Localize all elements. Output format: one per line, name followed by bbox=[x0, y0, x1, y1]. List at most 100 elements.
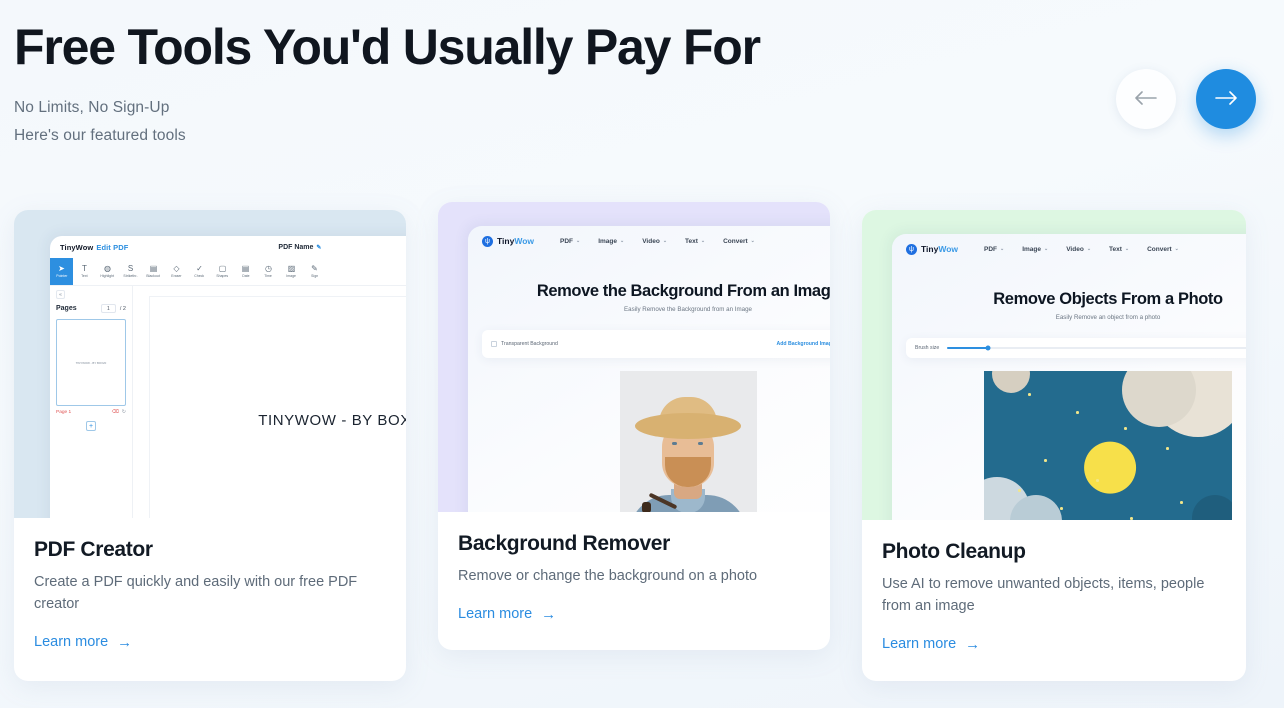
pdf-tool-highlight[interactable]: ◍ Highlight bbox=[96, 258, 119, 285]
page-thumbnail[interactable]: TINYWOW - BY BOX20 bbox=[56, 319, 126, 406]
card-title: Background Remover bbox=[458, 532, 670, 555]
pdf-tool-sign[interactable]: ✎ Sign bbox=[303, 258, 326, 285]
page-header: Free Tools You'd Usually Pay For No Limi… bbox=[14, 20, 1270, 149]
sidebar-collapse-button[interactable]: « bbox=[56, 290, 65, 299]
arrow-right-icon bbox=[1215, 90, 1237, 108]
pdf-tool-check[interactable]: ✓ Check bbox=[188, 258, 211, 285]
rotate-page-icon[interactable]: ↻ bbox=[122, 409, 126, 415]
pdf-tool-date[interactable]: ▤ Date bbox=[234, 258, 257, 285]
tool-card-background-remover[interactable]: ψ TinyWow PDF ⌄ Image ⌄ Video ⌄ Text ⌄ Conve… bbox=[438, 202, 830, 650]
pdf-tool-text[interactable]: T Text bbox=[73, 258, 96, 285]
page-subtitle: No Limits, No Sign-Up Here's our feature… bbox=[14, 94, 1270, 149]
brush-size-slider[interactable] bbox=[947, 345, 1246, 351]
learn-more-link[interactable]: Learn more → bbox=[458, 606, 556, 622]
menu-item-video[interactable]: Video ⌄ bbox=[642, 238, 667, 245]
hero-title: Remove Objects From a Photo bbox=[993, 290, 1223, 308]
tool-options-panel: Transparent Background Add Background Im… bbox=[482, 330, 830, 358]
slider-handle[interactable] bbox=[985, 345, 991, 351]
card-body: Background Remover Remove or change the … bbox=[438, 512, 830, 650]
subtitle-line-2: Here's our featured tools bbox=[14, 126, 186, 144]
strikethrough-icon: S bbox=[127, 264, 134, 273]
tool-card-photo-cleanup[interactable]: ψ TinyWow PDF ⌄ Image ⌄ Video ⌄ Text ⌄ Conve… bbox=[862, 210, 1246, 681]
menu-item-convert[interactable]: Convert ⌄ bbox=[723, 238, 755, 245]
delete-page-icon[interactable]: ⌫ bbox=[112, 409, 119, 415]
menu-item-convert[interactable]: Convert ⌄ bbox=[1147, 246, 1179, 253]
learn-more-label: Learn more bbox=[34, 634, 109, 651]
page-title: Free Tools You'd Usually Pay For bbox=[14, 19, 761, 75]
landscape-preview-stage bbox=[892, 371, 1246, 520]
pdf-page-sheet: TINYWOW - BY BOX20 bbox=[149, 296, 406, 518]
pages-label: Pages bbox=[56, 305, 77, 312]
card-description: Create a PDF quickly and easily with our… bbox=[34, 574, 358, 613]
page-thumbnail-meta: Page 1 ⌫ ↻ bbox=[56, 409, 126, 415]
site-logo[interactable]: ψ TinyWow bbox=[906, 243, 959, 255]
pdf-tool-blackout[interactable]: ▤ Blackout bbox=[142, 258, 165, 285]
menu-item-image[interactable]: Image ⌄ bbox=[598, 238, 624, 245]
hero-subtitle: Easily Remove an object from a photo bbox=[1055, 314, 1161, 321]
sky-and-clouds-image bbox=[984, 371, 1232, 520]
pdf-editor-preview: TinyWowEdit PDF PDF Name✎ ➤ Pointer T bbox=[50, 236, 406, 518]
pdf-tool-pointer[interactable]: ➤ Pointer bbox=[50, 258, 73, 285]
carousel-next-button[interactable] bbox=[1196, 69, 1256, 129]
card-body: Photo Cleanup Use AI to remove unwanted … bbox=[862, 520, 1246, 681]
tinywow-mark-icon: ψ bbox=[482, 235, 493, 247]
text-icon: T bbox=[82, 264, 87, 273]
transparent-background-checkbox[interactable]: Transparent Background bbox=[491, 341, 558, 347]
chevron-down-icon: ⌄ bbox=[1086, 246, 1092, 252]
check-icon: ✓ bbox=[196, 264, 203, 273]
learn-more-label: Learn more bbox=[882, 636, 957, 653]
site-navbar: ψ TinyWow PDF ⌄ Image ⌄ Video ⌄ Text ⌄ Conve… bbox=[468, 226, 830, 256]
pdf-tool-image[interactable]: ▨ Image bbox=[280, 258, 303, 285]
checkbox-label: Transparent Background bbox=[501, 341, 558, 347]
chevron-down-icon: ⌄ bbox=[620, 238, 625, 244]
menu-item-pdf[interactable]: PDF ⌄ bbox=[984, 246, 1004, 253]
add-background-image-button[interactable]: Add Background Image bbox=[776, 341, 830, 347]
learn-more-link[interactable]: Learn more → bbox=[34, 634, 132, 650]
pdf-tool-time[interactable]: ◷ Time bbox=[257, 258, 280, 285]
add-page-button[interactable]: + bbox=[86, 421, 96, 431]
pdf-doc-name: PDF Name ✎ bbox=[278, 243, 322, 251]
carousel-prev-button[interactable] bbox=[1116, 69, 1176, 129]
arrow-right-icon: → bbox=[965, 635, 981, 653]
tools-carousel-page: Free Tools You'd Usually Pay For No Limi… bbox=[0, 0, 1284, 708]
pdf-tool-strikethrough[interactable]: S Strikethr.. bbox=[119, 258, 142, 285]
photo-man-with-hat-image bbox=[619, 371, 757, 512]
chevron-down-icon: ⌄ bbox=[700, 238, 706, 244]
tool-card-grid: TinyWowEdit PDF PDF Name✎ ➤ Pointer T bbox=[14, 202, 1270, 681]
subtitle-line-1: No Limits, No Sign-Up bbox=[14, 99, 170, 116]
clock-icon: ◷ bbox=[265, 264, 272, 273]
site-logo[interactable]: ψ TinyWow bbox=[482, 235, 534, 247]
page-number-input[interactable]: 1 bbox=[100, 304, 116, 313]
card-description: Remove or change the background on a pho… bbox=[458, 568, 758, 584]
pages-header: Pages 1 / 2 bbox=[56, 304, 126, 313]
arrow-right-icon: → bbox=[541, 605, 557, 623]
card-body: PDF Creator Create a PDF quickly and eas… bbox=[14, 518, 406, 681]
pdf-tool-eraser[interactable]: ◇ Eraser bbox=[165, 258, 188, 285]
image-icon: ▨ bbox=[287, 264, 296, 273]
menu-item-image[interactable]: Image ⌄ bbox=[1022, 246, 1048, 253]
menu-item-video[interactable]: Video ⌄ bbox=[1066, 246, 1091, 253]
chevron-down-icon: ⌄ bbox=[1044, 246, 1049, 252]
site-menu: PDF ⌄ Image ⌄ Video ⌄ Text ⌄ Convert ⌄ bbox=[984, 246, 1179, 253]
site-hero: Remove the Background From an Image Easi… bbox=[468, 282, 830, 313]
shapes-icon: ▢ bbox=[218, 264, 227, 273]
photo-preview-stage bbox=[468, 371, 830, 512]
page-item-label: Page 1 bbox=[56, 409, 72, 415]
pdf-toolbar: ➤ Pointer T Text ◍ Highlight S Strikethr… bbox=[50, 258, 406, 286]
chevron-down-icon: ⌄ bbox=[576, 238, 581, 244]
learn-more-link[interactable]: Learn more → bbox=[882, 636, 980, 652]
arrow-left-icon bbox=[1135, 90, 1157, 108]
edit-pencil-icon: ✎ bbox=[316, 244, 322, 251]
card-title: PDF Creator bbox=[34, 538, 153, 561]
pdf-tool-shapes[interactable]: ▢ Shapes bbox=[211, 258, 234, 285]
site-hero: Remove Objects From a Photo Easily Remov… bbox=[892, 290, 1246, 321]
site-brand-name: TinyWow bbox=[921, 244, 959, 254]
tool-card-pdf-creator[interactable]: TinyWowEdit PDF PDF Name✎ ➤ Pointer T bbox=[14, 210, 406, 681]
menu-item-text[interactable]: Text ⌄ bbox=[1109, 246, 1129, 253]
pdf-brand-mode: Edit PDF bbox=[96, 242, 129, 252]
pdf-canvas: TINYWOW - BY BOX20 bbox=[133, 286, 406, 518]
pdf-editor-brand: TinyWow Edit PDF bbox=[60, 243, 128, 252]
menu-item-text[interactable]: Text ⌄ bbox=[685, 238, 705, 245]
tool-options-panel: Brush size 12 bbox=[906, 338, 1246, 358]
menu-item-pdf[interactable]: PDF ⌄ bbox=[560, 238, 580, 245]
